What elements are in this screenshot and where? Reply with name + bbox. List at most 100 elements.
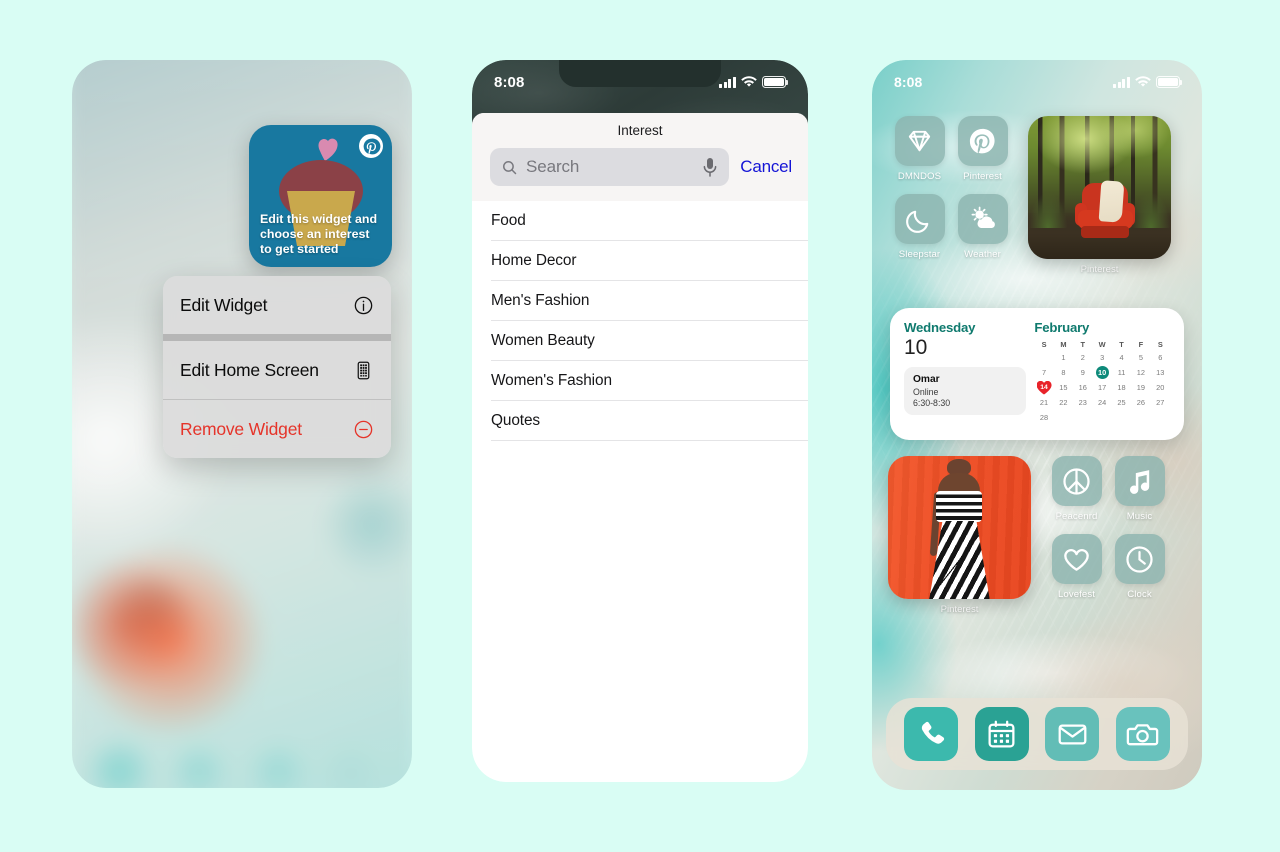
- app-clock[interactable]: Clock: [1108, 534, 1171, 600]
- calendar-day-cell[interactable]: 8: [1054, 366, 1073, 379]
- status-bar-time: 8:08: [494, 73, 525, 91]
- widget-context-menu[interactable]: Edit Widget Edit Home Screen Remove Widg…: [163, 276, 391, 458]
- app-pinterest[interactable]: Pinterest: [951, 116, 1014, 182]
- app-row-3: Peacenrd Music: [1045, 456, 1171, 522]
- app-row-2: Sleepstar Weather: [888, 194, 1014, 260]
- menu-item-label: Edit Home Screen: [180, 359, 319, 380]
- list-item[interactable]: Quotes: [491, 401, 808, 441]
- menu-item-remove-widget[interactable]: Remove Widget: [163, 400, 391, 458]
- calendar-day-cell[interactable]: 22: [1054, 396, 1073, 409]
- calendar-day-cell[interactable]: 7: [1034, 366, 1053, 379]
- calendar-weekday-header: F: [1138, 340, 1144, 349]
- calendar-day-cell[interactable]: 25: [1112, 396, 1131, 409]
- calendar-day-cell[interactable]: 20: [1151, 381, 1170, 394]
- microphone-icon[interactable]: [702, 157, 718, 178]
- calendar-day-cell[interactable]: 10: [1092, 366, 1111, 379]
- widget-label: Pinterest: [940, 604, 979, 615]
- phone-mockup-interest-picker: 8:08 Interest Search Cancel Food Home De…: [472, 60, 808, 782]
- calendar-widget[interactable]: Wednesday 10 Omar Online 6:30-8:30 Febru…: [890, 308, 1184, 440]
- battery-icon: [762, 76, 789, 88]
- list-item[interactable]: Food: [491, 201, 808, 241]
- calendar-day-cell[interactable]: 15: [1054, 381, 1073, 394]
- cancel-button[interactable]: Cancel: [740, 157, 792, 177]
- calendar-day-cell[interactable]: 26: [1131, 396, 1150, 409]
- calendar-day-cell: [1034, 351, 1053, 364]
- clock-icon: [1114, 534, 1165, 584]
- calendar-day-number: 10: [904, 336, 928, 359]
- calendar-day-cell[interactable]: 3: [1092, 351, 1111, 364]
- event-subtitle: Online: [913, 386, 939, 397]
- app-row-1: DMNDOS Pinterest: [888, 116, 1014, 182]
- calendar-day-cell[interactable]: 23: [1073, 396, 1092, 409]
- pinterest-icon: [957, 116, 1008, 166]
- promo-widget-text: Edit this widget and choose an interest …: [260, 212, 378, 256]
- list-item[interactable]: Men's Fashion: [491, 281, 808, 321]
- calendar-event[interactable]: Omar Online 6:30-8:30: [904, 366, 1027, 415]
- pinterest-photo-widget-fashion[interactable]: Pinterest: [888, 456, 1031, 615]
- pinterest-promo-widget[interactable]: Edit this widget and choose an interest …: [249, 125, 392, 267]
- app-sleepstar[interactable]: Sleepstar: [888, 194, 951, 260]
- status-bar: 8:08: [872, 60, 1202, 104]
- calendar-day-cell[interactable]: 11: [1112, 366, 1131, 379]
- search-input[interactable]: Search: [490, 148, 730, 186]
- app-dmndos[interactable]: DMNDOS: [888, 116, 951, 182]
- wifi-icon: [741, 76, 757, 88]
- calendar-day-cell: [1131, 411, 1150, 424]
- sheet-header: Interest Search Cancel: [472, 113, 808, 201]
- menu-separator: [163, 334, 391, 341]
- camera-icon: [1126, 723, 1159, 745]
- app-label: DMNDOS: [897, 171, 942, 182]
- app-music[interactable]: Music: [1108, 456, 1171, 522]
- calendar-day-cell[interactable]: 18: [1112, 381, 1131, 394]
- calendar-day-cell: [1054, 411, 1073, 424]
- wifi-icon: [1135, 76, 1151, 88]
- calendar-day-cell: [1073, 411, 1092, 424]
- calendar-day-cell[interactable]: 6: [1151, 351, 1170, 364]
- cellular-signal-icon: [719, 76, 736, 88]
- dock-app-camera[interactable]: [1115, 707, 1170, 761]
- home-screen-grid-icon: [352, 359, 374, 381]
- menu-item-label: Remove Widget: [180, 418, 302, 439]
- interest-list: Food Home Decor Men's Fashion Women Beau…: [472, 201, 808, 441]
- calendar-day-cell[interactable]: 5: [1131, 351, 1150, 364]
- calendar-day-cell[interactable]: 2: [1073, 351, 1092, 364]
- app-lovefest[interactable]: Lovefest: [1045, 534, 1108, 600]
- calendar-day-cell[interactable]: 1: [1054, 351, 1073, 364]
- calendar-day-cell[interactable]: 27: [1151, 396, 1170, 409]
- calendar-day-cell[interactable]: 12: [1131, 366, 1150, 379]
- pinterest-photo-widget-forest[interactable]: Pinterest: [1028, 116, 1171, 275]
- menu-item-edit-home-screen[interactable]: Edit Home Screen: [163, 341, 391, 399]
- app-label: Clock: [1127, 589, 1152, 600]
- menu-item-edit-widget[interactable]: Edit Widget: [163, 276, 391, 334]
- dock: [886, 698, 1188, 770]
- calendar-day-cell[interactable]: 4: [1112, 351, 1131, 364]
- calendar-day-cell[interactable]: 9: [1073, 366, 1092, 379]
- calendar-weekday-header: T: [1080, 340, 1086, 349]
- app-label: Music: [1126, 511, 1153, 522]
- phone-icon: [921, 721, 944, 744]
- calendar-day-cell[interactable]: 14: [1034, 381, 1053, 394]
- calendar-day-cell[interactable]: 13: [1151, 366, 1170, 379]
- app-peacenrd[interactable]: Peacenrd: [1045, 456, 1108, 522]
- calendar-day-cell[interactable]: 28: [1034, 411, 1053, 424]
- dock-app-calendar[interactable]: [974, 707, 1029, 761]
- dock-app-mail[interactable]: [1045, 707, 1100, 761]
- list-item[interactable]: Women Beauty: [491, 321, 808, 361]
- mail-icon: [1058, 723, 1087, 745]
- calendar-day-cell[interactable]: 24: [1092, 396, 1111, 409]
- calendar-day-cell: [1092, 411, 1111, 424]
- app-weather[interactable]: Weather: [951, 194, 1014, 260]
- calendar-day-cell[interactable]: 16: [1073, 381, 1092, 394]
- calendar-day-cell[interactable]: 19: [1131, 381, 1150, 394]
- list-item[interactable]: Home Decor: [491, 241, 808, 281]
- red-armchair: [1075, 180, 1136, 240]
- calendar-month: February: [1034, 320, 1090, 335]
- calendar-weekday-header: M: [1060, 340, 1067, 349]
- list-item[interactable]: Women's Fashion: [491, 361, 808, 401]
- calendar-day-cell[interactable]: 17: [1092, 381, 1111, 394]
- calendar-day-cell[interactable]: 21: [1034, 396, 1053, 409]
- calendar-icon: [988, 720, 1015, 747]
- info-circle-icon: [352, 294, 374, 316]
- screenshot-canvas: Edit this widget and choose an interest …: [0, 0, 1280, 852]
- dock-app-phone[interactable]: [904, 707, 959, 761]
